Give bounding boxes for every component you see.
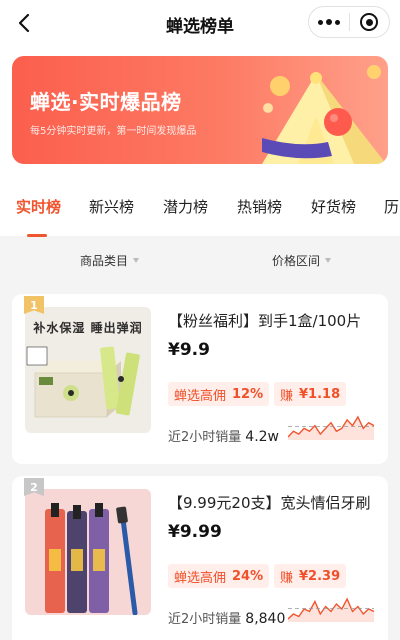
sales-value: 8,840	[245, 611, 286, 627]
commission-rate: 24%	[232, 568, 264, 584]
earn-tag: 赚 ¥2.39	[274, 564, 347, 588]
target-icon	[360, 13, 379, 31]
product-price: ¥9.9	[168, 340, 210, 360]
tab-hot-sales[interactable]: 热销榜	[237, 196, 282, 217]
price-filter[interactable]: 价格区间	[272, 252, 332, 269]
back-button[interactable]	[10, 9, 38, 37]
active-tab-indicator	[27, 234, 47, 237]
earn-label: 赚	[280, 388, 294, 404]
commission-tag: 蝉选高佣 12%	[168, 382, 270, 406]
product-card[interactable]: 1 补水保湿 睡出弹润 【粉丝福利】到手1盒/100片 ¥9.9 蝉选高佣 12…	[12, 294, 388, 464]
price-filter-label: 价格区间	[272, 254, 321, 268]
more-options-button[interactable]	[309, 7, 349, 37]
tab-realtime[interactable]: 实时榜	[16, 196, 61, 217]
ranking-tabs: 实时榜 新兴榜 潜力榜 热销榜 好货榜 历	[0, 180, 400, 237]
product-title[interactable]: 【9.99元20支】宽头情侣牙刷	[168, 492, 380, 513]
product-image[interactable]: 补水保湿 睡出弹润	[25, 307, 151, 433]
category-filter-label: 商品类目	[80, 254, 129, 268]
product-title[interactable]: 【粉丝福利】到手1盒/100片	[168, 310, 380, 331]
tab-history[interactable]: 历	[384, 196, 399, 217]
tab-good-goods[interactable]: 好货榜	[311, 196, 356, 217]
mask-box-illustration-icon	[26, 346, 140, 418]
chevron-left-icon	[18, 13, 30, 33]
earn-label: 赚	[280, 570, 294, 586]
product-image[interactable]	[25, 489, 151, 615]
filter-bar: 商品类目 价格区间	[0, 240, 400, 280]
commission-label: 蝉选高佣	[174, 388, 227, 404]
earn-tag: 赚 ¥1.18	[274, 382, 347, 406]
top-nav-bar: 蝉选榜单	[0, 0, 400, 46]
tab-emerging[interactable]: 新兴榜	[89, 196, 134, 217]
product-price: ¥9.99	[168, 522, 222, 542]
more-dots-icon	[317, 19, 323, 25]
sales-info: 近2小时销量 4.2w	[168, 426, 279, 445]
sales-trend-sparkline	[288, 597, 374, 622]
caret-down-icon	[133, 258, 140, 263]
banner-title: 蝉选·实时爆品榜	[30, 90, 182, 114]
commission-rate: 12%	[232, 386, 264, 402]
close-program-button[interactable]	[349, 7, 389, 37]
commission-label: 蝉选高佣	[174, 570, 227, 586]
mini-program-capsule	[308, 6, 390, 38]
caret-down-icon	[325, 258, 332, 263]
product-card[interactable]: 2 【9.99元20支】宽头情侣牙刷 ¥9.99 蝉选高佣 24% 赚 ¥2.3…	[12, 476, 388, 640]
crown-illustration-icon	[262, 65, 386, 164]
sparkline-area	[288, 417, 374, 440]
sales-label: 近2小时销量	[168, 430, 242, 445]
banner-subtitle: 每5分钟实时更新，第一时间发现爆品	[30, 126, 197, 137]
earn-amount: ¥2.39	[299, 568, 341, 584]
toothbrush-illustration-icon	[45, 503, 138, 615]
hero-banner: 蝉选·实时爆品榜 每5分钟实时更新，第一时间发现爆品	[12, 56, 388, 164]
sales-label: 近2小时销量	[168, 612, 242, 627]
earn-amount: ¥1.18	[299, 386, 341, 402]
sales-trend-sparkline	[288, 415, 374, 440]
category-filter[interactable]: 商品类目	[80, 252, 140, 269]
sales-value: 4.2w	[245, 429, 279, 445]
commission-tag: 蝉选高佣 24%	[168, 564, 270, 588]
sales-info: 近2小时销量 8,840	[168, 608, 285, 627]
tab-potential[interactable]: 潜力榜	[163, 196, 208, 217]
